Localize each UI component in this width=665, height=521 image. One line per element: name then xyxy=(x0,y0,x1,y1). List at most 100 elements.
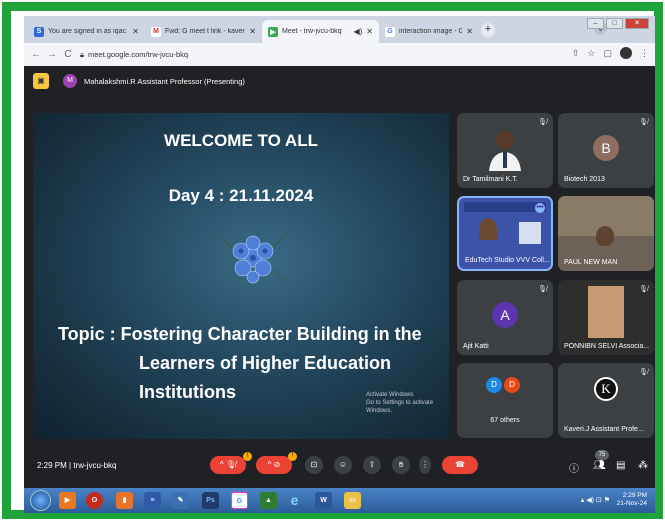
presenter-avatar: M xyxy=(63,74,77,88)
google-icon: G xyxy=(385,26,395,37)
raise-hand-button[interactable]: ✋︎ xyxy=(392,456,410,474)
participant-tile[interactable]: K 🎙︎̸ Kaveri.J Assistant Profe... xyxy=(558,363,654,438)
clock-date: 21-Nov-24 xyxy=(616,500,647,507)
screen: S You are signed in as iqac ✕ M Fwd: G m… xyxy=(24,16,655,513)
screen-share-thumbnail xyxy=(464,202,546,212)
others-count-label: 67 others xyxy=(490,417,520,424)
flower-illustration xyxy=(220,234,288,284)
participant-tile[interactable]: 🎙︎̸ PONNIBN SELVI Associa... xyxy=(558,280,654,355)
meeting-code: trw-jvcu-bkq xyxy=(73,461,117,470)
participant-tile[interactable]: PAUL NEW MAN xyxy=(558,196,654,271)
participant-name: PONNIBN SELVI Associa... xyxy=(564,343,650,350)
media-player-icon[interactable]: ▶ xyxy=(59,492,76,509)
tab-label: Meet - trw-jvcu-bkq xyxy=(282,28,342,35)
more-options-icon[interactable]: ••• xyxy=(535,203,545,213)
tab-label: Fwd: G meet t link - kaveri@vvvc xyxy=(165,28,245,35)
skype-icon: S xyxy=(34,26,44,37)
participant-tile[interactable]: D D 67 others xyxy=(457,363,553,438)
word-icon[interactable]: W xyxy=(315,492,332,509)
participant-name: Ajit Katti xyxy=(463,343,489,350)
start-button[interactable] xyxy=(30,490,51,511)
minimize-button[interactable]: – xyxy=(587,18,604,29)
chat-icon[interactable]: ▤ xyxy=(616,460,625,471)
tab-label: interaction image - Google Sea xyxy=(399,28,463,35)
captions-button[interactable]: ⊡ xyxy=(305,456,323,474)
participant-tile[interactable]: 🎙︎̸ Dr Tamilmani K.T. xyxy=(457,113,553,188)
more-options-button[interactable]: ⋮ xyxy=(419,456,431,474)
mic-off-icon: 🎙︎̸ xyxy=(538,286,547,293)
close-window-button[interactable]: ✕ xyxy=(625,18,649,29)
tab-google-search[interactable]: G interaction image - Google Sea ✕ xyxy=(379,20,479,43)
profile-avatar[interactable] xyxy=(620,47,632,59)
shared-slide: WELCOME TO ALL Day 4 : 21.11.2024 Topic … xyxy=(33,113,449,439)
participant-photo xyxy=(596,226,614,246)
close-icon[interactable]: ✕ xyxy=(132,27,139,36)
close-icon[interactable]: ✕ xyxy=(466,27,473,36)
presenting-bar: ▣ M Mahalakshmi.R Assistant Professor (P… xyxy=(24,66,655,96)
participant-photo xyxy=(489,131,521,171)
tab-skype[interactable]: S You are signed in as iqac ✕ xyxy=(28,20,145,43)
participant-photo xyxy=(588,286,624,338)
share-icon[interactable]: ⇧ xyxy=(572,48,580,59)
watermark-line: Go to Settings to activate Windows. xyxy=(366,400,434,414)
participant-name: Biotech 2013 xyxy=(564,176,605,183)
paint-icon[interactable]: ✎ xyxy=(172,492,189,509)
participant-tile[interactable]: B 🎙︎̸ Biotech 2013 xyxy=(558,113,654,188)
mic-off-icon: 🎙︎̸ xyxy=(639,286,648,293)
participant-photo xyxy=(479,218,497,240)
close-icon[interactable]: ✕ xyxy=(366,27,373,36)
close-icon[interactable]: ✕ xyxy=(249,27,256,36)
participant-tile[interactable]: A 🎙︎̸ Ajit Katti xyxy=(457,280,553,355)
tab-meet[interactable]: ▶ Meet - trw-jvcu-bkq ◀) ✕ xyxy=(262,20,379,43)
participant-count-badge: 75 xyxy=(595,450,609,460)
lock-icon: 🔒︎ xyxy=(80,49,84,59)
people-icon[interactable]: 👥︎ xyxy=(593,460,606,471)
maximize-button[interactable]: □ xyxy=(606,18,623,29)
taskbar-clock[interactable]: 2:29 PM 21-Nov-24 xyxy=(617,492,647,508)
participant-name: PAUL NEW MAN xyxy=(564,259,618,266)
folder-icon[interactable]: ▭ xyxy=(344,492,361,509)
opera-icon[interactable]: O xyxy=(86,492,103,509)
photoshop-icon[interactable]: Ps xyxy=(202,492,219,509)
audio-icon: ◀) xyxy=(353,27,363,36)
system-tray-icons[interactable]: ▴ ◀) ⊡ ⚑ xyxy=(581,496,610,504)
new-tab-button[interactable]: + xyxy=(481,23,495,37)
presentation-icon[interactable]: ▣ xyxy=(33,73,49,89)
app-icon[interactable]: ≡ xyxy=(144,492,161,509)
internet-explorer-icon[interactable]: e xyxy=(286,492,303,509)
participant-avatar: D xyxy=(486,377,502,393)
meeting-info-icon[interactable]: ⓘ xyxy=(569,460,579,475)
photos-icon[interactable]: ▲ xyxy=(260,492,277,509)
sidepanel-icon[interactable]: ▢ xyxy=(603,48,612,59)
mic-toggle-button[interactable]: ^ 🎙︎̸ xyxy=(210,456,246,474)
present-screen-button[interactable]: ⇧ xyxy=(363,456,381,474)
mic-off-icon: 🎙︎̸ xyxy=(639,369,648,376)
presenter-label: Mahalakshmi.R Assistant Professor (Prese… xyxy=(84,76,245,86)
mic-off-icon: 🎙︎̸ xyxy=(639,119,648,126)
clock-time: 2:29 PM xyxy=(622,492,647,499)
address-bar: ← → C 🔒︎ meet.google.com/trw-jvcu-bkq ⇧ … xyxy=(24,43,655,66)
tab-gmail[interactable]: M Fwd: G meet t link - kaveri@vvvc ✕ xyxy=(145,20,262,43)
back-icon[interactable]: ← xyxy=(28,49,44,60)
slide-thumbnail xyxy=(519,222,541,244)
reload-icon[interactable]: C xyxy=(60,49,76,60)
emoji-reaction-button[interactable]: ☺ xyxy=(334,456,352,474)
url-field[interactable]: 🔒︎ meet.google.com/trw-jvcu-bkq xyxy=(80,50,188,60)
windows-taskbar: ▶ O ▮ ≡ ✎ Ps G ▲ e W ▭ ▴ ◀) ⊡ ⚑ 2:29 PM … xyxy=(24,488,655,513)
leave-call-button[interactable]: ☎ xyxy=(442,456,478,474)
warning-badge: ! xyxy=(243,452,252,461)
forward-icon[interactable]: → xyxy=(44,49,60,60)
url-text: meet.google.com/trw-jvcu-bkq xyxy=(88,50,189,59)
participant-tile[interactable]: ••• EduTech Studio VVV Coll... xyxy=(457,196,553,271)
mic-off-icon: 🎙︎̸ xyxy=(538,119,547,126)
camera-toggle-button[interactable]: ^ ⊘ xyxy=(256,456,292,474)
activities-icon[interactable]: ⁂ xyxy=(638,460,648,471)
browser-tab-bar: S You are signed in as iqac ✕ M Fwd: G m… xyxy=(24,16,655,43)
bookmark-star-icon[interactable]: ☆ xyxy=(587,48,595,59)
meet-control-bar: 2:29 PM | trw-jvcu-bkq ^ 🎙︎̸ ! ^ ⊘ ! ⊡ ☺… xyxy=(24,447,655,485)
menu-dots-icon[interactable]: ⋮ xyxy=(640,48,649,59)
chrome-icon[interactable]: G xyxy=(231,492,248,509)
warning-badge: ! xyxy=(288,452,297,461)
participant-name: EduTech Studio VVV Coll... xyxy=(465,257,550,264)
file-explorer-icon[interactable]: ▮ xyxy=(116,492,133,509)
